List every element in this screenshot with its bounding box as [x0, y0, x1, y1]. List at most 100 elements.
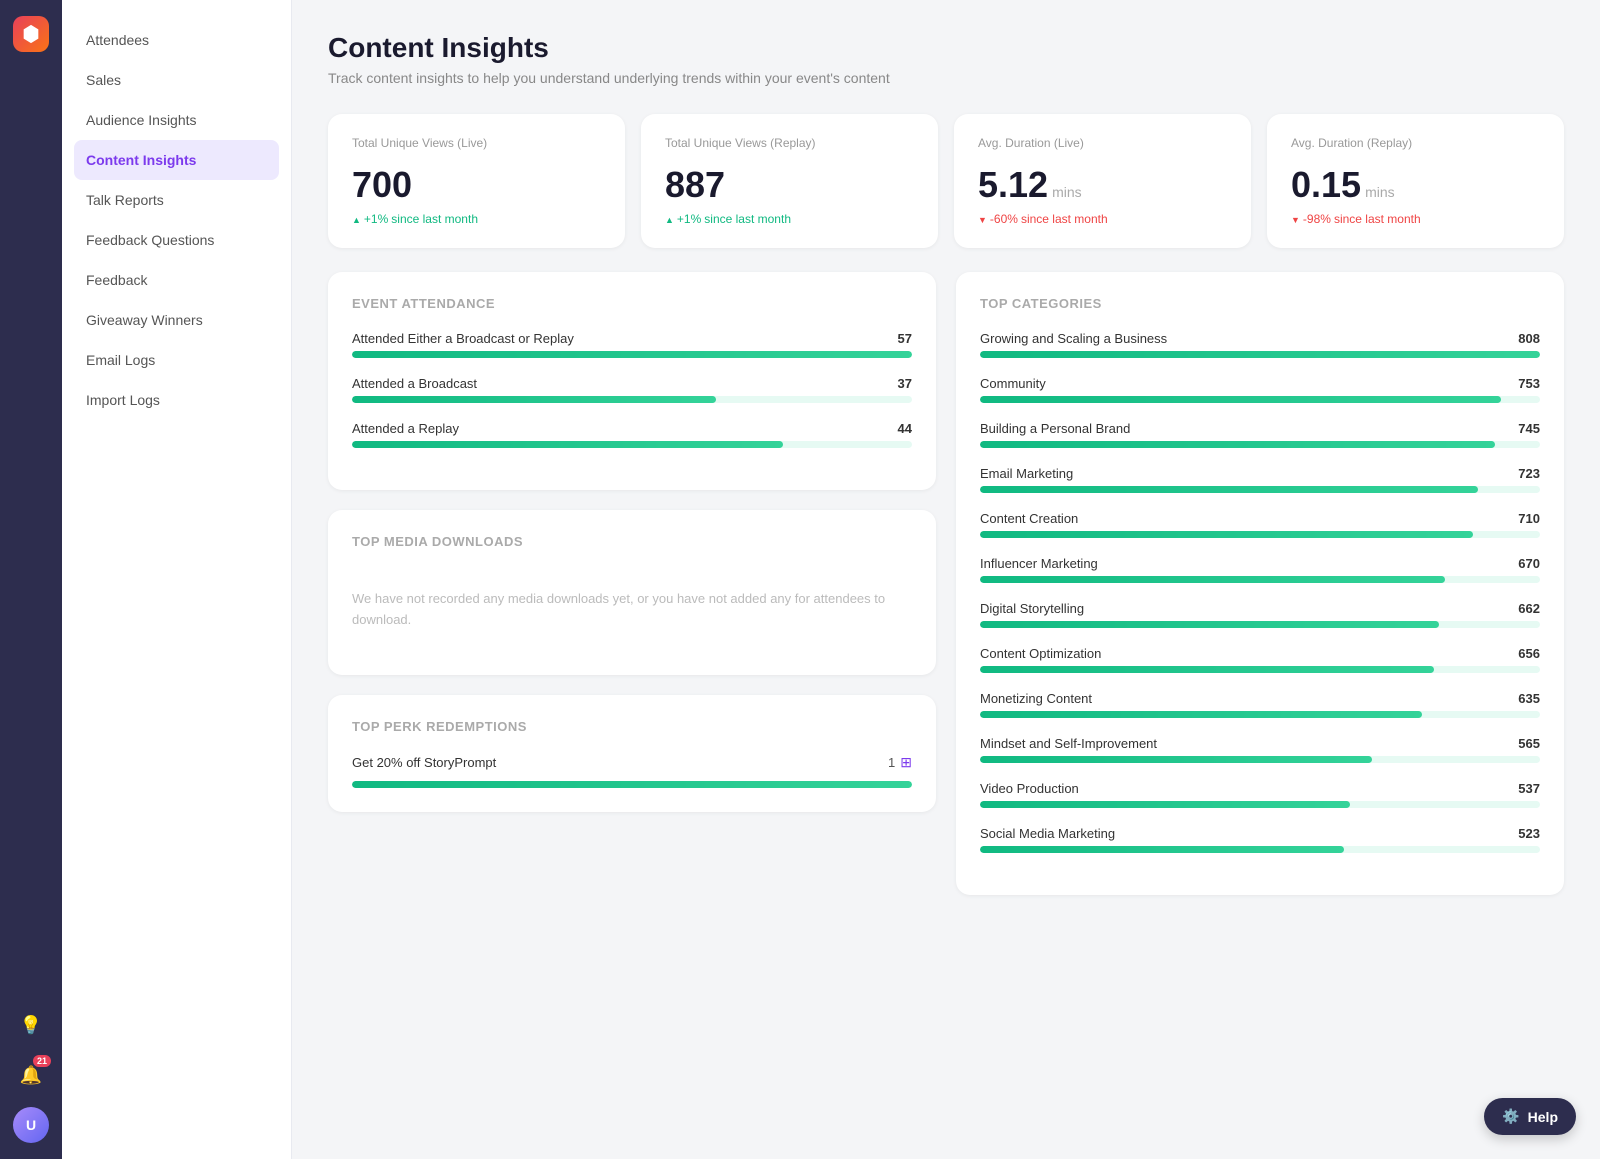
cat-bar-fill: [980, 576, 1445, 583]
cat-bar-track: [980, 531, 1540, 538]
stat-change-suffix: since last month: [1021, 212, 1108, 226]
perk-bar-fill: [352, 781, 912, 788]
bar-label: Attended Either a Broadcast or Replay: [352, 331, 574, 346]
sidebar-item-audience-insights[interactable]: Audience Insights: [62, 100, 291, 140]
stat-value: 0.15 mins: [1291, 164, 1540, 206]
stat-card-avg-duration-live: Avg. Duration (Live) 5.12 mins -60% sinc…: [954, 114, 1251, 248]
category-row: Content Optimization 656: [980, 646, 1540, 673]
stat-card-total-unique-views-replay: Total Unique Views (Replay) 887 +1% sinc…: [641, 114, 938, 248]
cat-label: Community: [980, 376, 1046, 391]
page-title: Content Insights: [328, 32, 1564, 64]
perk-bar-track: [352, 781, 912, 788]
bar-track: [352, 351, 912, 358]
bar-value: 44: [898, 421, 912, 436]
stat-unit: mins: [1365, 184, 1395, 200]
notification-badge: 21: [33, 1055, 51, 1067]
stat-label: Avg. Duration (Replay): [1291, 136, 1540, 150]
cat-bar-fill: [980, 666, 1434, 673]
sidebar-item-import-logs[interactable]: Import Logs: [62, 380, 291, 420]
sidebar-item-talk-reports[interactable]: Talk Reports: [62, 180, 291, 220]
sidebar-item-email-logs[interactable]: Email Logs: [62, 340, 291, 380]
sidebar-item-attendees[interactable]: Attendees: [62, 20, 291, 60]
stat-arrow: [1291, 212, 1300, 226]
category-row: Growing and Scaling a Business 808: [980, 331, 1540, 358]
attendance-row: Attended Either a Broadcast or Replay 57: [352, 331, 912, 358]
category-row: Building a Personal Brand 745: [980, 421, 1540, 448]
event-attendance-card: Event Attendance Attended Either a Broad…: [328, 272, 936, 490]
sidebar-item-feedback-questions[interactable]: Feedback Questions: [62, 220, 291, 260]
perk-label: Get 20% off StoryPrompt: [352, 755, 496, 770]
attendance-row: Attended a Broadcast 37: [352, 376, 912, 403]
app-logo[interactable]: [13, 16, 49, 52]
stat-arrow: [978, 212, 987, 226]
cat-value: 537: [1518, 781, 1540, 796]
event-attendance-title: Event Attendance: [352, 296, 912, 311]
category-row: Video Production 537: [980, 781, 1540, 808]
cat-label: Building a Personal Brand: [980, 421, 1130, 436]
ideas-icon[interactable]: 💡: [13, 1007, 49, 1043]
cat-value: 745: [1518, 421, 1540, 436]
bar-label: Attended a Broadcast: [352, 376, 477, 391]
bar-fill: [352, 396, 716, 403]
cat-value: 753: [1518, 376, 1540, 391]
cat-label: Content Optimization: [980, 646, 1101, 661]
top-media-downloads-title: Top Media Downloads: [352, 534, 912, 549]
bar-track: [352, 441, 912, 448]
help-label: Help: [1528, 1109, 1558, 1125]
category-row: Monetizing Content 635: [980, 691, 1540, 718]
cat-bar-fill: [980, 801, 1350, 808]
cat-bar-fill: [980, 621, 1439, 628]
bar-label: Attended a Replay: [352, 421, 459, 436]
category-row: Digital Storytelling 662: [980, 601, 1540, 628]
cat-value: 662: [1518, 601, 1540, 616]
cat-bar-fill: [980, 441, 1495, 448]
sidebar-item-giveaway-winners[interactable]: Giveaway Winners: [62, 300, 291, 340]
main-content: Content Insights Track content insights …: [292, 0, 1600, 1159]
cat-value: 656: [1518, 646, 1540, 661]
top-media-downloads-card: Top Media Downloads We have not recorded…: [328, 510, 936, 675]
cat-value: 565: [1518, 736, 1540, 751]
stat-value: 700: [352, 164, 601, 206]
cat-bar-track: [980, 801, 1540, 808]
top-perk-redemptions-title: Top Perk Redemptions: [352, 719, 912, 734]
help-button[interactable]: ⚙️ Help: [1484, 1098, 1576, 1135]
notifications-icon[interactable]: 🔔 21: [13, 1057, 49, 1093]
cat-bar-track: [980, 441, 1540, 448]
cat-bar-track: [980, 666, 1540, 673]
cat-value: 723: [1518, 466, 1540, 481]
top-categories-title: Top Categories: [980, 296, 1540, 311]
perk-row: Get 20% off StoryPrompt 1 ⊞: [352, 754, 912, 788]
sidebar-item-feedback[interactable]: Feedback: [62, 260, 291, 300]
stat-change-pct: -60%: [990, 212, 1018, 226]
bar-track: [352, 396, 912, 403]
cat-bar-fill: [980, 756, 1372, 763]
left-column: Event Attendance Attended Either a Broad…: [328, 272, 936, 895]
page-subtitle: Track content insights to help you under…: [328, 70, 1564, 86]
icon-bar: 💡 🔔 21 U: [0, 0, 62, 1159]
stat-change: +1% since last month: [665, 212, 914, 226]
cat-bar-track: [980, 621, 1540, 628]
right-column: Top Categories Growing and Scaling a Bus…: [956, 272, 1564, 895]
cat-label: Growing and Scaling a Business: [980, 331, 1167, 346]
cat-label: Content Creation: [980, 511, 1078, 526]
sidebar-item-sales[interactable]: Sales: [62, 60, 291, 100]
category-row: Mindset and Self-Improvement 565: [980, 736, 1540, 763]
attendance-row: Attended a Replay 44: [352, 421, 912, 448]
cat-bar-track: [980, 846, 1540, 853]
sidebar-item-content-insights[interactable]: Content Insights: [74, 140, 279, 180]
cat-bar-track: [980, 486, 1540, 493]
stat-arrow: [665, 212, 674, 226]
cat-bar-fill: [980, 351, 1540, 358]
cat-bar-fill: [980, 711, 1422, 718]
user-avatar[interactable]: U: [13, 1107, 49, 1143]
cat-bar-fill: [980, 396, 1501, 403]
category-row: Content Creation 710: [980, 511, 1540, 538]
sidebar: AttendeesSalesAudience InsightsContent I…: [62, 0, 292, 1159]
stat-value: 5.12 mins: [978, 164, 1227, 206]
cat-label: Video Production: [980, 781, 1079, 796]
bar-fill: [352, 441, 783, 448]
cat-label: Social Media Marketing: [980, 826, 1115, 841]
cat-bar-fill: [980, 846, 1344, 853]
cat-bar-track: [980, 576, 1540, 583]
stat-label: Total Unique Views (Live): [352, 136, 601, 150]
